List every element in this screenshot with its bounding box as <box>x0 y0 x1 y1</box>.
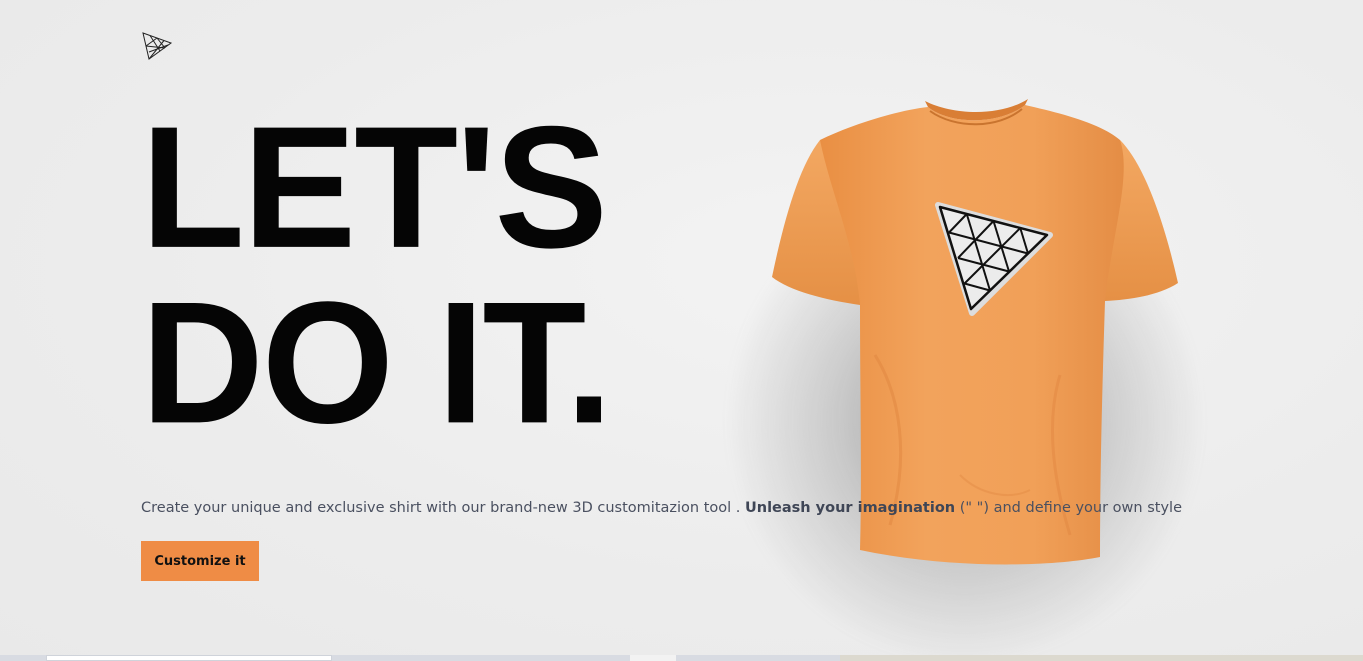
preview-block <box>630 655 676 661</box>
headline-line-1: LET'S <box>141 90 608 285</box>
preview-image <box>840 655 1363 661</box>
hero-section: LET'S DO IT. Create your unique and excl… <box>0 0 1363 661</box>
tagline-text-2: (" ") and define your own style <box>955 500 1182 516</box>
headline-line-2: DO IT. <box>141 266 613 461</box>
tagline-emphasis: Unleash your imagination <box>744 500 956 516</box>
customize-it-button[interactable]: Customize it <box>141 541 259 581</box>
triangle-grid-logo-icon[interactable] <box>141 30 173 62</box>
hero-headline: LET'S DO IT. <box>141 90 613 461</box>
next-section-preview <box>0 655 1363 661</box>
hero-tagline: Create your unique and exclusive shirt w… <box>141 500 1291 516</box>
tagline-text-1: Create your unique and exclusive shirt w… <box>141 500 745 516</box>
preview-card <box>46 655 332 661</box>
